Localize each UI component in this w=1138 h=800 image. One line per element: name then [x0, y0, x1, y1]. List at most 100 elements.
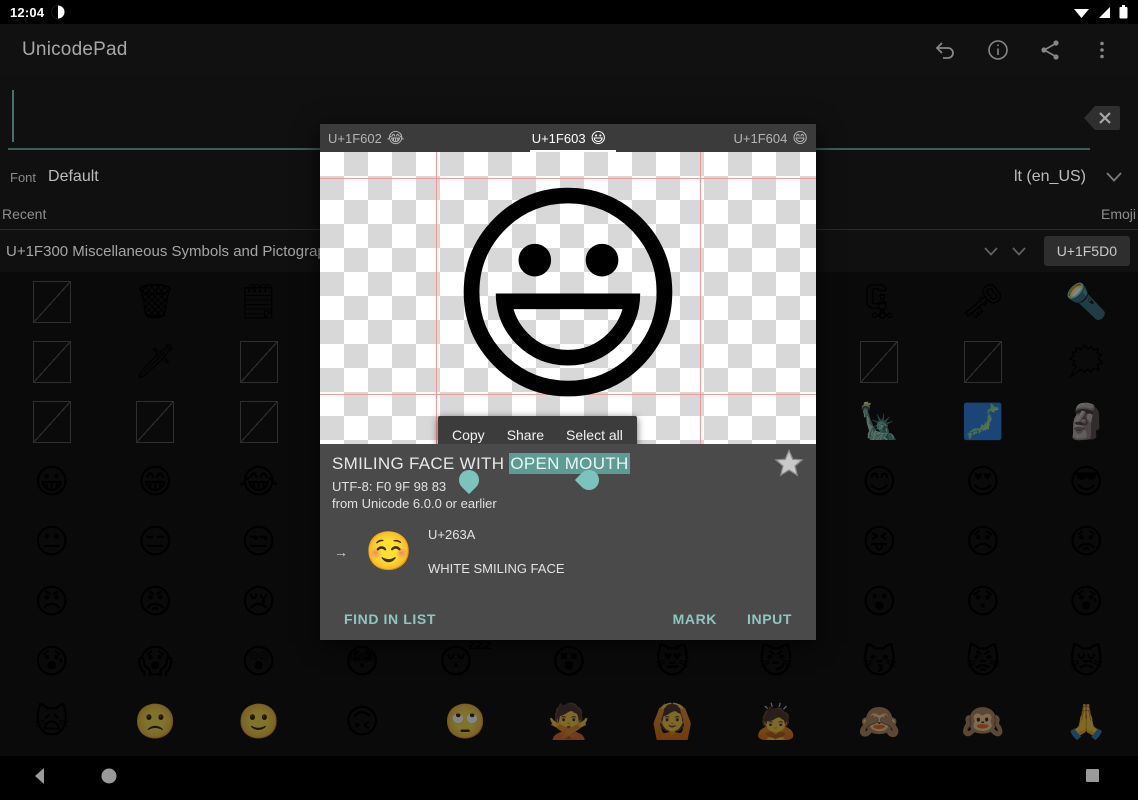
grid-cell-emoji[interactable]: 😾: [931, 632, 1034, 692]
home-nav-icon[interactable]: [100, 767, 118, 790]
related-name: WHITE SMILING FACE: [428, 561, 565, 576]
grid-cell-emoji[interactable]: 😍: [931, 452, 1034, 512]
codepoint-chip[interactable]: U+1F5D0: [1044, 236, 1130, 266]
grid-cell-emoji[interactable]: 😡: [103, 572, 206, 632]
app-bar: UnicodePad: [0, 24, 1138, 76]
grid-cell-emoji[interactable]: 😰: [1035, 572, 1138, 632]
grid-cell-emoji[interactable]: 😲: [207, 632, 310, 692]
share-icon[interactable]: [1030, 30, 1070, 70]
grid-cell-emoji[interactable]: 🗽: [828, 392, 931, 452]
character-preview[interactable]: 😃 CopyShareSelect all: [320, 152, 816, 444]
grid-cell-missing-glyph[interactable]: [207, 392, 310, 452]
overflow-menu-icon[interactable]: [1082, 30, 1122, 70]
grid-cell-emoji[interactable]: 🔦: [1035, 272, 1138, 332]
system-nav-bar: [0, 756, 1138, 800]
grid-cell-emoji[interactable]: 😴: [414, 632, 517, 692]
info-icon[interactable]: [978, 30, 1018, 70]
context-menu-copy-button[interactable]: Copy: [452, 427, 485, 443]
missing-glyph-icon: [240, 341, 278, 383]
grid-cell-missing-glyph[interactable]: [828, 332, 931, 392]
grid-cell-emoji[interactable]: 🗾: [931, 392, 1034, 452]
grid-cell-missing-glyph[interactable]: [0, 272, 103, 332]
grid-cell-emoji[interactable]: 😑: [103, 512, 206, 572]
grid-cell-emoji[interactable]: 🗡: [103, 332, 206, 392]
related-character-row[interactable]: → ☺️ U+263A WHITE SMILING FACE: [332, 527, 804, 576]
dialog-tab-u1f603[interactable]: U+1F603😃: [524, 124, 614, 152]
do-not-disturb-icon: [51, 5, 65, 19]
grid-cell-emoji[interactable]: 🙇: [724, 692, 827, 752]
grid-cell-emoji[interactable]: 🙆: [621, 692, 724, 752]
dialog-tab-strip: U+1F602😂 U+1F603😃 U+1F604😄: [320, 124, 816, 152]
grid-cell-emoji[interactable]: 🙅: [517, 692, 620, 752]
tab-recent[interactable]: Recent: [2, 206, 46, 222]
grid-cell-emoji[interactable]: 😐: [0, 512, 103, 572]
grid-cell-emoji[interactable]: 😒: [207, 512, 310, 572]
find-in-list-button[interactable]: FIND IN LIST: [344, 611, 436, 627]
status-right-icons: [1066, 5, 1128, 19]
grid-cell-emoji[interactable]: 😿: [1035, 632, 1138, 692]
grid-cell-emoji[interactable]: 😻: [621, 632, 724, 692]
undo-icon[interactable]: [926, 30, 966, 70]
tab-emoji[interactable]: Emoji: [1101, 206, 1136, 222]
grid-cell-emoji[interactable]: 🗒: [207, 272, 310, 332]
grid-cell-emoji[interactable]: 🙂: [207, 692, 310, 752]
utf8-bytes: UTF-8: F0 9F 98 83: [332, 479, 804, 494]
grid-cell-emoji[interactable]: 😂: [207, 452, 310, 512]
chevron-down-icon[interactable]: [1106, 169, 1122, 186]
mark-button[interactable]: MARK: [673, 611, 717, 627]
grid-cell-emoji[interactable]: 🙉: [931, 692, 1034, 752]
grid-cell-emoji[interactable]: 🙈: [828, 692, 931, 752]
grid-cell-emoji[interactable]: 😳: [310, 632, 413, 692]
grid-cell-emoji[interactable]: 😟: [1035, 512, 1138, 572]
context-menu-share-button[interactable]: Share: [507, 427, 544, 443]
font-value[interactable]: Default: [48, 168, 99, 186]
grid-cell-emoji[interactable]: 😞: [931, 512, 1034, 572]
unicode-version: from Unicode 6.0.0 or earlier: [332, 496, 804, 511]
character-name-selected-text[interactable]: OPEN MOUTH: [509, 453, 629, 474]
grid-cell-missing-glyph[interactable]: [207, 332, 310, 392]
grid-cell-emoji[interactable]: 😱: [103, 632, 206, 692]
back-nav-icon[interactable]: [30, 766, 50, 791]
grid-cell-emoji[interactable]: 😯: [931, 572, 1034, 632]
grid-cell-missing-glyph[interactable]: [0, 332, 103, 392]
grid-cell-emoji[interactable]: 🙁: [103, 692, 206, 752]
block-name[interactable]: U+1F300 Miscellaneous Symbols and Pictog…: [6, 243, 342, 260]
recents-nav-icon[interactable]: [1085, 768, 1100, 788]
grid-cell-emoji[interactable]: 😁: [103, 452, 206, 512]
grid-cell-emoji[interactable]: 🗿: [1035, 392, 1138, 452]
grid-cell-emoji[interactable]: 🙏: [1035, 692, 1138, 752]
grid-cell-emoji[interactable]: 😰: [0, 632, 103, 692]
chevron-down-icon[interactable]: [1008, 240, 1030, 262]
grid-cell-emoji[interactable]: 🗑: [103, 272, 206, 332]
missing-glyph-icon: [240, 401, 278, 443]
star-favorite-icon[interactable]: [774, 448, 804, 483]
grid-cell-emoji[interactable]: 😽: [828, 632, 931, 692]
grid-cell-emoji[interactable]: 😀: [0, 452, 103, 512]
chevron-down-icon[interactable]: [980, 240, 1002, 262]
grid-cell-emoji[interactable]: 🗝: [931, 272, 1034, 332]
dialog-tab-u1f604[interactable]: U+1F604😄: [726, 124, 816, 152]
grid-cell-emoji[interactable]: 🗯: [1035, 332, 1138, 392]
grid-cell-emoji[interactable]: 😎: [1035, 452, 1138, 512]
language-value[interactable]: lt (en_US): [1014, 168, 1086, 186]
grid-cell-emoji[interactable]: 🗜: [828, 272, 931, 332]
grid-cell-missing-glyph[interactable]: [931, 332, 1034, 392]
grid-cell-emoji[interactable]: 😠: [0, 572, 103, 632]
grid-cell-emoji[interactable]: 🙀: [0, 692, 103, 752]
grid-cell-emoji[interactable]: 🙃: [310, 692, 413, 752]
backspace-icon[interactable]: [1076, 92, 1128, 144]
grid-cell-emoji[interactable]: 😵: [517, 632, 620, 692]
grid-cell-missing-glyph[interactable]: [103, 392, 206, 452]
grid-cell-emoji[interactable]: 😝: [828, 512, 931, 572]
grid-cell-emoji[interactable]: 😊: [828, 452, 931, 512]
context-menu-select-all-button[interactable]: Select all: [566, 427, 623, 443]
dialog-tab-u1f602[interactable]: U+1F602😂: [320, 124, 412, 152]
grid-cell-emoji[interactable]: 😢: [207, 572, 310, 632]
character-name[interactable]: SMILING FACE WITH OPEN MOUTH: [332, 454, 804, 474]
grid-cell-missing-glyph[interactable]: [0, 392, 103, 452]
font-label: Font: [10, 170, 36, 185]
grid-cell-emoji[interactable]: 😮: [828, 572, 931, 632]
input-button[interactable]: INPUT: [747, 611, 792, 627]
grid-cell-emoji[interactable]: 🙄: [414, 692, 517, 752]
grid-cell-emoji[interactable]: 😼: [724, 632, 827, 692]
